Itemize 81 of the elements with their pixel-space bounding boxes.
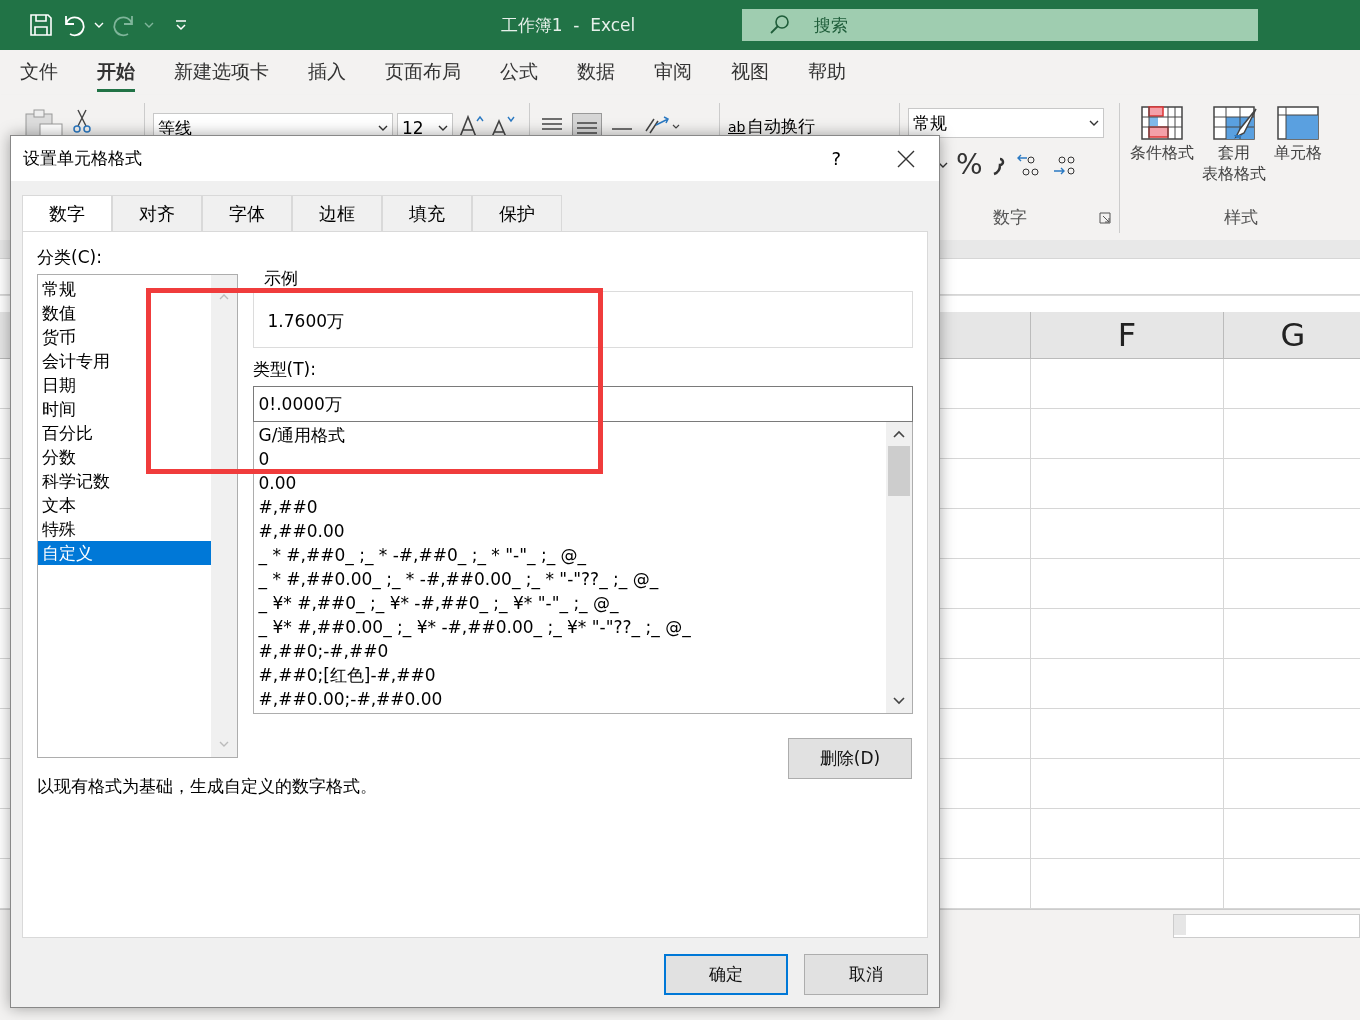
horizontal-scrollbar[interactable] xyxy=(1173,914,1360,938)
scissors-icon[interactable] xyxy=(72,108,92,134)
scroll-thumb[interactable] xyxy=(888,446,910,496)
ribbon-tab[interactable]: 页面布局 xyxy=(385,53,461,92)
format-item[interactable]: _ * #,##0_ ;_ * -#,##0_ ;_ * "-"_ ;_ @_ xyxy=(258,546,587,564)
ribbon-tab[interactable]: 开始 xyxy=(97,53,135,92)
format-item[interactable]: 0 xyxy=(258,450,270,468)
format-item[interactable]: 0.00 xyxy=(258,474,297,492)
caret-icon xyxy=(438,124,448,132)
format-item[interactable]: _ ¥* #,##0.00_ ;_ ¥* -#,##0.00_ ;_ ¥* "-"??_ ;_ @_ xyxy=(258,618,691,636)
sample-label: 示例 xyxy=(261,267,300,290)
format-item[interactable]: #,##0 xyxy=(258,498,318,516)
help-button[interactable]: ? xyxy=(831,148,841,169)
format-item[interactable]: G/通用格式 xyxy=(258,426,346,444)
customize-icon[interactable] xyxy=(174,19,188,31)
close-icon[interactable] xyxy=(897,149,915,168)
style-button[interactable]: 单元格 xyxy=(1274,103,1322,185)
vertical-scrollbar[interactable] xyxy=(886,422,912,713)
format-item[interactable]: #,##0;-#,##0 xyxy=(258,642,389,660)
caret-icon xyxy=(1089,119,1099,127)
scroll-down-icon[interactable] xyxy=(892,695,906,707)
category-item[interactable]: 科学记数 xyxy=(38,469,211,493)
dialog-tab[interactable]: 对齐 xyxy=(112,195,202,231)
dialog-title: 设置单元格格式 xyxy=(23,147,143,170)
ribbon-tab[interactable]: 文件 xyxy=(20,53,58,92)
ribbon-tab[interactable]: 插入 xyxy=(308,53,346,92)
dialog-launcher-icon[interactable] xyxy=(1099,211,1111,224)
dialog-tab[interactable]: 字体 xyxy=(202,195,292,231)
cancel-button[interactable]: 取消 xyxy=(804,954,928,995)
search-field[interactable]: 搜索 xyxy=(742,9,1258,41)
conditional-format-icon xyxy=(1138,103,1186,143)
percent-button[interactable]: % xyxy=(956,148,983,181)
category-item[interactable]: 特殊 xyxy=(38,517,211,541)
category-list[interactable]: 常规 数值 货币 会计专用 日期 时间 百分比 分数 科学记数 文本 特殊 自定义 xyxy=(37,274,238,758)
save-icon[interactable] xyxy=(28,12,54,38)
format-item[interactable]: #,##0.00 xyxy=(258,522,345,540)
category-item[interactable]: 时间 xyxy=(38,397,211,421)
category-label: 分类(C): xyxy=(37,246,103,269)
type-label: 类型(T): xyxy=(252,358,317,381)
description-text: 以现有格式为基础，生成自定义的数字格式。 xyxy=(37,775,378,798)
format-item[interactable]: _ * #,##0.00_ ;_ * -#,##0.00_ ;_ * "-"??_ ;_ @_ xyxy=(258,570,659,588)
dialog-tab[interactable]: 边框 xyxy=(292,195,382,231)
scroll-up-icon[interactable] xyxy=(892,428,906,440)
format-item[interactable]: #,##0;[红色]-#,##0 xyxy=(258,666,436,684)
group-label: 样式 xyxy=(1224,206,1258,229)
category-item[interactable]: 分数 xyxy=(38,445,211,469)
category-item[interactable]: 货币 xyxy=(38,325,211,349)
ribbon-tab[interactable]: 公式 xyxy=(500,53,538,92)
dialog-tab[interactable]: 填充 xyxy=(382,195,472,231)
ribbon-tab[interactable]: 新建选项卡 xyxy=(174,53,269,92)
category-item[interactable]: 日期 xyxy=(38,373,211,397)
ok-button[interactable]: 确定 xyxy=(664,954,788,995)
sample-value: 1.7600万 xyxy=(267,310,344,333)
category-item[interactable]: 文本 xyxy=(38,493,211,517)
category-item[interactable]: 常规 xyxy=(38,277,211,301)
style-button[interactable]: 条件格式 xyxy=(1130,103,1194,185)
ribbon-tab[interactable]: 数据 xyxy=(577,53,615,92)
category-item[interactable]: 百分比 xyxy=(38,421,211,445)
wrap-text-button[interactable]: ab 自动换行 xyxy=(728,115,816,138)
type-input[interactable]: 0!.0000万 xyxy=(252,386,913,422)
style-button[interactable]: 套用 表格格式 xyxy=(1202,103,1266,185)
dialog-tab[interactable]: 数字 xyxy=(22,195,112,231)
category-item[interactable]: 自定义 xyxy=(38,541,211,565)
window-title: 工作簿1 - Excel xyxy=(499,13,637,37)
group-label: 数字 xyxy=(992,206,1027,229)
column-header[interactable]: F xyxy=(1030,312,1223,358)
format-item[interactable]: #,##0.00;-#,##0.00 xyxy=(258,690,443,708)
dialog-tab[interactable]: 保护 xyxy=(472,195,562,231)
category-item[interactable]: 会计专用 xyxy=(38,349,211,373)
format-item[interactable]: _ ¥* #,##0_ ;_ ¥* -#,##0_ ;_ ¥* "-"_ ;_ @_ xyxy=(258,594,619,612)
caret-icon xyxy=(378,124,388,132)
ribbon-tab[interactable]: 帮助 xyxy=(808,53,846,92)
column-header[interactable]: G xyxy=(1223,312,1360,358)
cell-style-icon xyxy=(1274,103,1322,143)
ribbon-tab[interactable]: 审阅 xyxy=(654,53,692,92)
number-format-dropdown[interactable]: 常规 xyxy=(908,108,1104,138)
ribbon-tab[interactable]: 视图 xyxy=(731,53,769,92)
format-list[interactable] xyxy=(252,422,913,714)
table-format-icon xyxy=(1210,103,1258,143)
delete-button[interactable]: 删除(D) xyxy=(788,738,912,779)
category-item[interactable]: 数值 xyxy=(38,301,211,325)
